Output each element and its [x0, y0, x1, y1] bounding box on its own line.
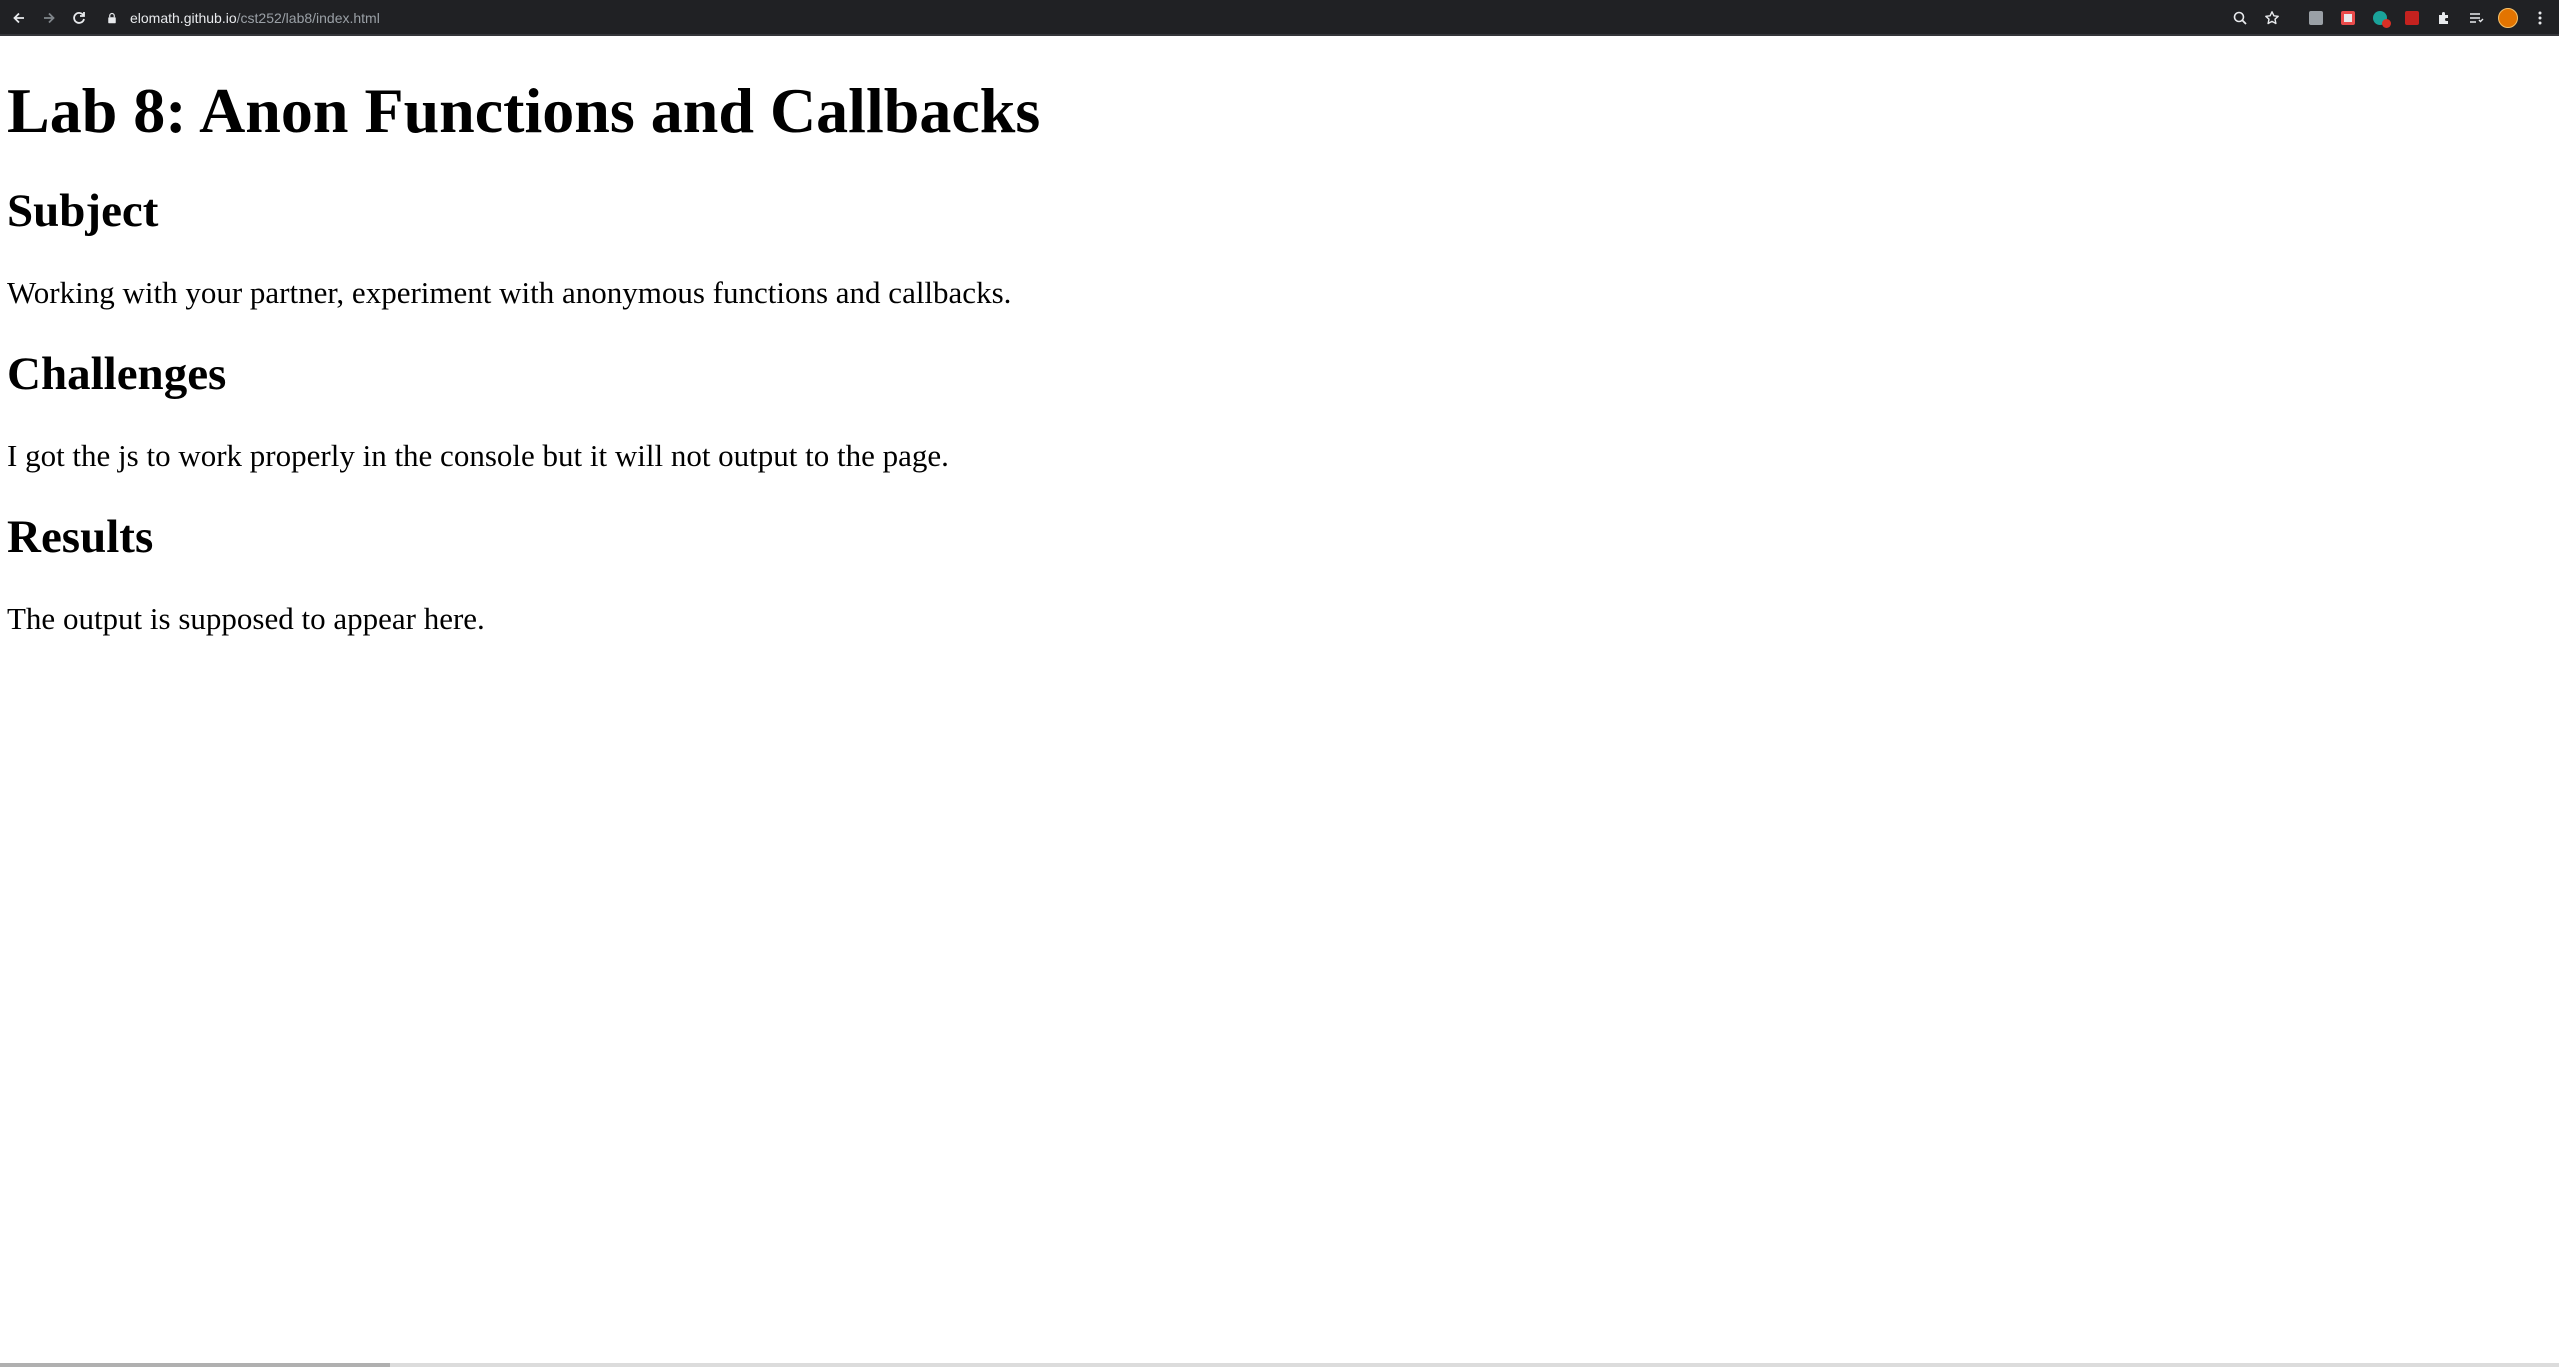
extension-pdf-button[interactable]: [2401, 7, 2423, 29]
browser-menu-button[interactable]: [2529, 7, 2551, 29]
arrow-left-icon: [13, 12, 24, 24]
notification-badge: [2382, 19, 2391, 28]
reload-icon: [73, 12, 85, 24]
bookmark-star-button[interactable]: [2261, 7, 2283, 29]
zoom-icon: [2233, 11, 2247, 25]
kebab-menu-icon: [2538, 11, 2542, 25]
reload-button[interactable]: [68, 7, 90, 29]
url-path: /cst252/lab8/index.html: [236, 10, 380, 26]
avatar: [2498, 8, 2518, 28]
star-icon: [2265, 11, 2279, 25]
section-heading-challenges: Challenges: [7, 348, 227, 400]
url-host: elomath.github.io: [130, 10, 237, 26]
address-bar[interactable]: elomath.github.io/cst252/lab8/index.html: [104, 5, 2219, 31]
url-text: elomath.github.io/cst252/lab8/index.html: [130, 10, 380, 26]
lock-icon: [104, 10, 120, 26]
extension-icon: [2309, 11, 2323, 25]
window-bottom-edge: [0, 1363, 2559, 1367]
reading-list-button[interactable]: [2465, 7, 2487, 29]
page-content: Lab 8: Anon Functions and Callbacks Subj…: [7, 36, 1041, 636]
zoom-button[interactable]: [2229, 7, 2251, 29]
profile-avatar-button[interactable]: [2497, 7, 2519, 29]
extensions-button[interactable]: [2433, 7, 2455, 29]
reading-list-icon: [2470, 13, 2484, 23]
puzzle-icon: [2439, 12, 2448, 24]
extension-red-button[interactable]: [2337, 7, 2359, 29]
arrow-right-icon: [44, 12, 55, 24]
forward-button[interactable]: [38, 7, 60, 29]
back-button[interactable]: [8, 7, 30, 29]
section-text-results: The output is supposed to appear here.: [7, 601, 485, 636]
section-heading-results: Results: [7, 511, 154, 563]
extension-grey-button[interactable]: [2305, 7, 2327, 29]
browser-toolbar: elomath.github.io/cst252/lab8/index.html: [0, 0, 2559, 36]
page-title: Lab 8: Anon Functions and Callbacks: [7, 75, 1041, 146]
section-text-subject: Working with your partner, experiment wi…: [7, 275, 1012, 310]
pdf-icon: [2405, 11, 2419, 25]
horizontal-scrollbar[interactable]: [0, 1363, 390, 1367]
extension-teal-button[interactable]: [2369, 7, 2391, 29]
section-text-challenges: I got the js to work properly in the con…: [7, 438, 949, 473]
extension-icon: [2341, 11, 2355, 25]
section-heading-subject: Subject: [7, 185, 159, 237]
